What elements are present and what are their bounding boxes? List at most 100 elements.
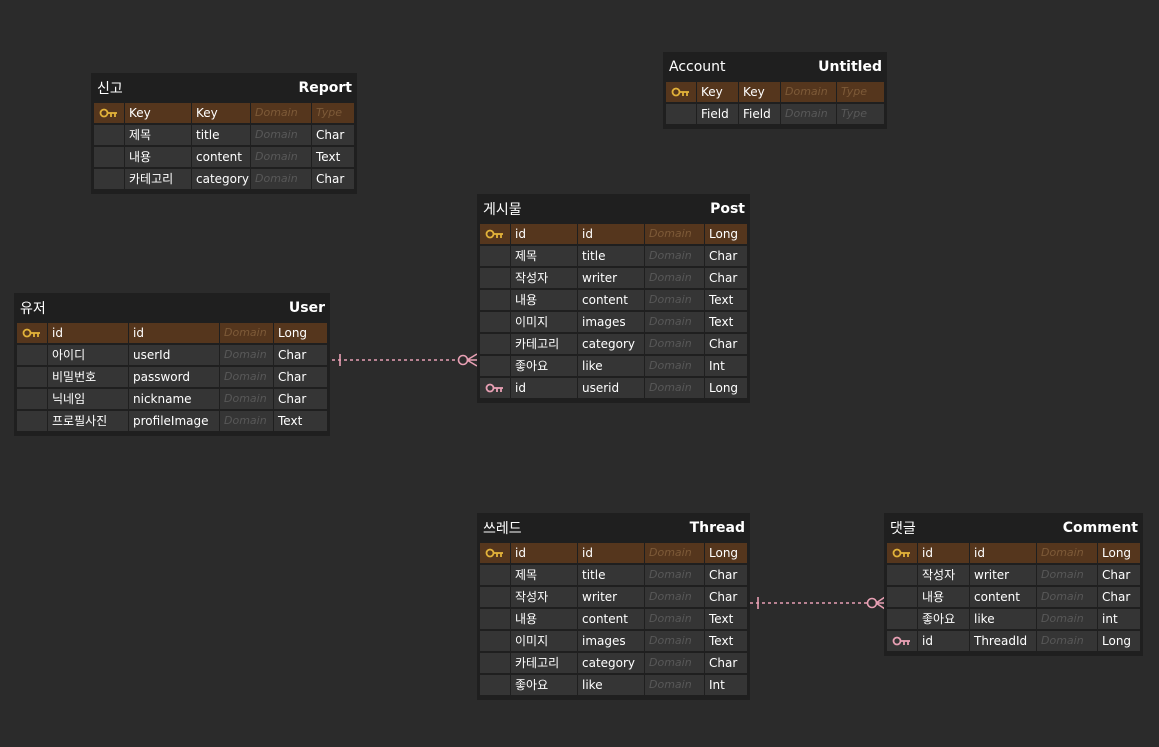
- column-logical-name[interactable]: 이미지: [511, 312, 577, 332]
- column-logical-name[interactable]: Key: [125, 103, 191, 123]
- column-logical-name[interactable]: 작성자: [918, 565, 969, 585]
- column-physical-name[interactable]: category: [578, 334, 644, 354]
- column-row[interactable]: 작성자 writer Domain Char: [887, 565, 1140, 587]
- column-type[interactable]: int: [1098, 609, 1140, 629]
- column-domain[interactable]: Domain: [645, 290, 704, 310]
- column-row[interactable]: Field Field Domain Type: [666, 104, 884, 126]
- column-type[interactable]: Text: [274, 411, 327, 431]
- column-row[interactable]: 아이디 userId Domain Char: [17, 345, 327, 367]
- column-logical-name[interactable]: Key: [697, 82, 738, 102]
- table-header[interactable]: 쓰레드 Thread: [480, 513, 747, 543]
- column-domain[interactable]: Domain: [251, 147, 311, 167]
- column-physical-name[interactable]: writer: [970, 565, 1036, 585]
- column-physical-name[interactable]: password: [129, 367, 219, 387]
- column-logical-name[interactable]: id: [511, 543, 577, 563]
- column-type[interactable]: Long: [1098, 631, 1140, 651]
- table-report[interactable]: 신고 Report Key Key Domain Type 제목 title Domain Cha…: [91, 73, 357, 194]
- column-logical-name[interactable]: 제목: [511, 565, 577, 585]
- column-type[interactable]: Type: [837, 82, 884, 102]
- column-logical-name[interactable]: 좋아요: [511, 675, 577, 695]
- column-type[interactable]: Text: [705, 312, 747, 332]
- column-type[interactable]: Char: [705, 565, 747, 585]
- column-domain[interactable]: Domain: [645, 268, 704, 288]
- column-domain[interactable]: Domain: [1037, 587, 1097, 607]
- column-logical-name[interactable]: 아이디: [48, 345, 128, 365]
- column-domain[interactable]: Domain: [220, 411, 273, 431]
- primary-key-row[interactable]: id id Domain Long: [480, 224, 747, 246]
- column-physical-name[interactable]: writer: [578, 268, 644, 288]
- column-row[interactable]: 제목 title Domain Char: [94, 125, 354, 147]
- column-logical-name[interactable]: 비밀번호: [48, 367, 128, 387]
- column-type[interactable]: Text: [705, 290, 747, 310]
- column-row[interactable]: 내용 content Domain Text: [480, 609, 747, 631]
- column-type[interactable]: Char: [312, 169, 354, 189]
- column-domain[interactable]: Domain: [645, 312, 704, 332]
- column-type[interactable]: Text: [705, 609, 747, 629]
- table-header[interactable]: Account Untitled: [666, 52, 884, 82]
- table-user[interactable]: 유저 User id id Domain Long 아이디 userId Domain Char 비…: [14, 293, 330, 436]
- column-type[interactable]: Long: [705, 224, 747, 244]
- column-type[interactable]: Long: [705, 378, 747, 398]
- column-logical-name[interactable]: id: [511, 378, 577, 398]
- column-type[interactable]: Long: [1098, 543, 1140, 563]
- relationship-user-post[interactable]: [332, 353, 478, 367]
- column-physical-name[interactable]: id: [578, 543, 644, 563]
- column-type[interactable]: Char: [312, 125, 354, 145]
- column-domain[interactable]: Domain: [1037, 631, 1097, 651]
- column-logical-name[interactable]: 프로필사진: [48, 411, 128, 431]
- column-physical-name[interactable]: id: [129, 323, 219, 343]
- column-physical-name[interactable]: userId: [129, 345, 219, 365]
- column-row[interactable]: 내용 content Domain Char: [887, 587, 1140, 609]
- column-domain[interactable]: Domain: [781, 104, 836, 124]
- column-row[interactable]: 비밀번호 password Domain Char: [17, 367, 327, 389]
- column-domain[interactable]: Domain: [645, 675, 704, 695]
- column-physical-name[interactable]: images: [578, 631, 644, 651]
- column-logical-name[interactable]: 닉네임: [48, 389, 128, 409]
- column-logical-name[interactable]: 내용: [125, 147, 191, 167]
- column-row[interactable]: 내용 content Domain Text: [94, 147, 354, 169]
- column-physical-name[interactable]: title: [578, 565, 644, 585]
- column-logical-name[interactable]: 카테고리: [511, 334, 577, 354]
- column-row[interactable]: 이미지 images Domain Text: [480, 631, 747, 653]
- column-domain[interactable]: Domain: [781, 82, 836, 102]
- column-physical-name[interactable]: content: [192, 147, 250, 167]
- column-domain[interactable]: Domain: [220, 367, 273, 387]
- column-logical-name[interactable]: 좋아요: [918, 609, 969, 629]
- column-logical-name[interactable]: 이미지: [511, 631, 577, 651]
- column-row[interactable]: 작성자 writer Domain Char: [480, 587, 747, 609]
- primary-key-row[interactable]: id id Domain Long: [480, 543, 747, 565]
- column-physical-name[interactable]: like: [970, 609, 1036, 629]
- column-physical-name[interactable]: like: [578, 675, 644, 695]
- column-physical-name[interactable]: Field: [739, 104, 780, 124]
- column-type[interactable]: Char: [1098, 587, 1140, 607]
- table-account[interactable]: Account Untitled Key Key Domain Type Field Fiel…: [663, 52, 887, 129]
- column-type[interactable]: Int: [705, 675, 747, 695]
- column-type[interactable]: Char: [274, 345, 327, 365]
- column-domain[interactable]: Domain: [645, 334, 704, 354]
- column-type[interactable]: Char: [274, 389, 327, 409]
- foreign-key-row[interactable]: id userid Domain Long: [480, 378, 747, 400]
- column-type[interactable]: Char: [705, 334, 747, 354]
- table-comment[interactable]: 댓글 Comment id id Domain Long 작성자 writer Domain Ch…: [884, 513, 1143, 656]
- primary-key-row[interactable]: id id Domain Long: [887, 543, 1140, 565]
- column-type[interactable]: Long: [274, 323, 327, 343]
- table-header[interactable]: 댓글 Comment: [887, 513, 1140, 543]
- column-logical-name[interactable]: Field: [697, 104, 738, 124]
- column-type[interactable]: Char: [274, 367, 327, 387]
- column-domain[interactable]: Domain: [645, 356, 704, 376]
- column-domain[interactable]: Domain: [645, 609, 704, 629]
- column-physical-name[interactable]: id: [578, 224, 644, 244]
- column-physical-name[interactable]: category: [578, 653, 644, 673]
- column-domain[interactable]: Domain: [220, 389, 273, 409]
- column-row[interactable]: 작성자 writer Domain Char: [480, 268, 747, 290]
- column-physical-name[interactable]: content: [578, 290, 644, 310]
- column-physical-name[interactable]: title: [578, 246, 644, 266]
- column-physical-name[interactable]: profileImage: [129, 411, 219, 431]
- column-type[interactable]: Long: [705, 543, 747, 563]
- column-domain[interactable]: Domain: [645, 653, 704, 673]
- column-physical-name[interactable]: category: [192, 169, 250, 189]
- column-type[interactable]: Int: [705, 356, 747, 376]
- column-logical-name[interactable]: id: [918, 543, 969, 563]
- column-type[interactable]: Char: [705, 246, 747, 266]
- column-domain[interactable]: Domain: [1037, 543, 1097, 563]
